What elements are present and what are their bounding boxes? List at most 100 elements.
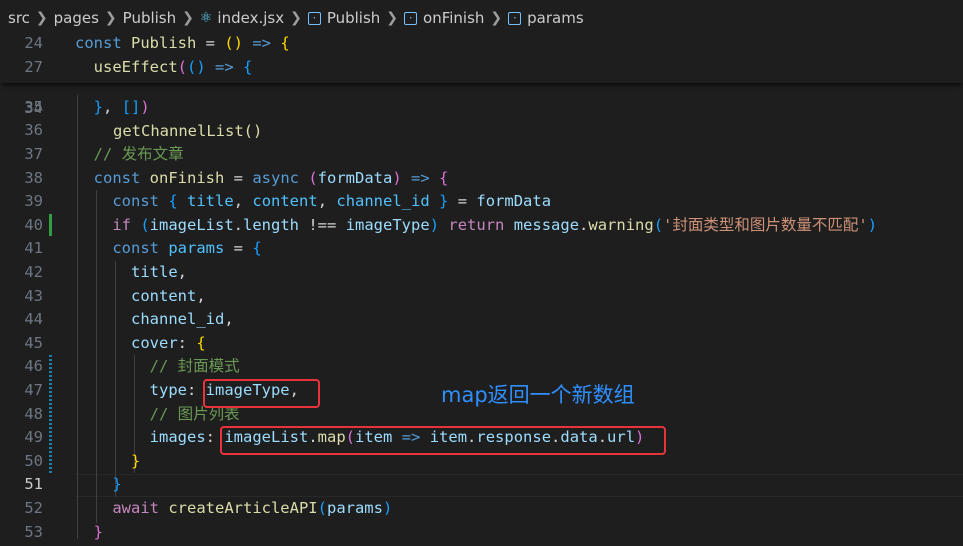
code-token: const [75, 34, 131, 52]
breadcrumb-item-pages[interactable]: pages ❯ [54, 9, 123, 27]
breadcrumb-label: index.jsx [217, 9, 285, 27]
code-text: const onFinish = async (formData) => { [75, 167, 449, 191]
code-line[interactable]: 45 cover: { [0, 332, 963, 356]
code-line[interactable]: 42 title, [0, 261, 963, 285]
line-number: 52 [24, 499, 43, 517]
code-token: , [233, 192, 253, 211]
code-text: // 封面模式 [75, 355, 240, 379]
code-line[interactable]: 35 }, []) [0, 96, 963, 120]
code-token: // 封面模式 [149, 357, 240, 376]
symbol-variable-icon: ᐧ [508, 11, 522, 25]
code-line[interactable]: 51 } [0, 473, 963, 497]
breadcrumb-item-params-symbol[interactable]: ᐧ params [508, 9, 584, 27]
code-token: content [252, 192, 318, 211]
code-token: formData [476, 192, 552, 211]
code-token: useEffect [93, 57, 178, 76]
code-line[interactable]: 39 const { title, content, channel_id } … [0, 190, 963, 214]
code-line[interactable]: 52 await createArticleAPI(params) [0, 497, 963, 521]
code-line[interactable]: 46 // 封面模式 [0, 355, 963, 379]
code-token: ( [653, 215, 664, 234]
chevron-right-icon: ❯ [386, 10, 399, 26]
code-token: ) [867, 215, 878, 234]
breadcrumb-item-src[interactable]: src ❯ [8, 9, 54, 27]
breadcrumb-item-publish-folder[interactable]: Publish ❯ [123, 9, 200, 27]
code-token: // 发布文章 [93, 145, 184, 163]
breadcrumb-label: params [527, 9, 584, 27]
code-line[interactable]: 24 const Publish = () => { [0, 32, 963, 56]
code-token: = [448, 192, 477, 211]
highlight-box-imagetype [203, 379, 320, 408]
breadcrumb-label: pages [53, 9, 99, 27]
code-token: = [196, 34, 225, 52]
code-line[interactable]: 41 const params = { [0, 237, 963, 261]
line-number: 40 [24, 215, 43, 234]
code-text: channel_id, [75, 308, 234, 332]
code-token: () [187, 57, 206, 76]
chevron-right-icon: ❯ [35, 10, 48, 26]
code-token: channel_id [336, 192, 430, 211]
code-token: ) [382, 499, 393, 517]
code-text: title, [75, 261, 187, 285]
line-number: 46 [24, 357, 43, 376]
code-text: } [75, 473, 122, 497]
code-line[interactable]: 43 content, [0, 285, 963, 309]
breadcrumb-item-publish-symbol[interactable]: ᐧ Publish ❯ [307, 9, 404, 27]
code-text: const { title, content, channel_id } = f… [75, 190, 551, 214]
code-token: channel_id [131, 310, 225, 329]
code-editor[interactable]: 34 getChannelList() 24 const Publish = ()… [0, 32, 963, 546]
code-token: content [131, 286, 197, 305]
line-number: 44 [24, 310, 43, 329]
breadcrumb-item-file[interactable]: ⚛ index.jsx ❯ [200, 9, 308, 27]
code-line[interactable]: 37 // 发布文章 [0, 143, 963, 167]
code-token: . [579, 215, 589, 234]
breadcrumb-label: onFinish [423, 9, 485, 27]
code-token: formData [317, 168, 393, 187]
code-line[interactable]: 40 if (imageList.length !== imageType) r… [0, 214, 963, 238]
code-token: } [93, 97, 104, 116]
code-token: [] [121, 97, 141, 116]
code-token: } [93, 522, 104, 541]
code-token: { [243, 57, 253, 76]
code-token: , [177, 263, 188, 281]
line-number: 47 [24, 381, 43, 399]
code-token: ) [429, 215, 440, 234]
line-number: 50 [24, 451, 43, 470]
line-number: 38 [24, 168, 43, 187]
code-token: () [224, 34, 243, 52]
code-token: imageType [345, 215, 430, 234]
line-number: 53 [24, 522, 43, 541]
code-token: } [112, 475, 122, 494]
line-number: 42 [24, 263, 43, 281]
chevron-right-icon: ❯ [290, 10, 302, 26]
code-token: ( [177, 57, 188, 76]
chevron-right-icon: ❯ [182, 10, 194, 26]
code-line[interactable]: 27 useEffect(() => { [0, 56, 963, 80]
code-token: const [112, 192, 169, 211]
code-token: images [149, 428, 206, 447]
code-token: => [411, 168, 430, 187]
code-token: , [317, 192, 337, 211]
code-text: }, []) [75, 96, 150, 120]
code-text: // 发布文章 [75, 143, 184, 167]
code-text: getChannelList() [113, 122, 263, 141]
code-token: => [215, 57, 234, 76]
code-line[interactable]: 53 } [0, 521, 963, 545]
breadcrumb-item-onfinish-symbol[interactable]: ᐧ onFinish ❯ [404, 9, 508, 27]
code-line[interactable]: 38 const onFinish = async (formData) => … [0, 167, 963, 191]
line-number: 39 [24, 192, 43, 211]
code-line[interactable]: 44 channel_id, [0, 308, 963, 332]
symbol-variable-icon: ᐧ [307, 11, 321, 25]
code-text: } [75, 450, 140, 474]
